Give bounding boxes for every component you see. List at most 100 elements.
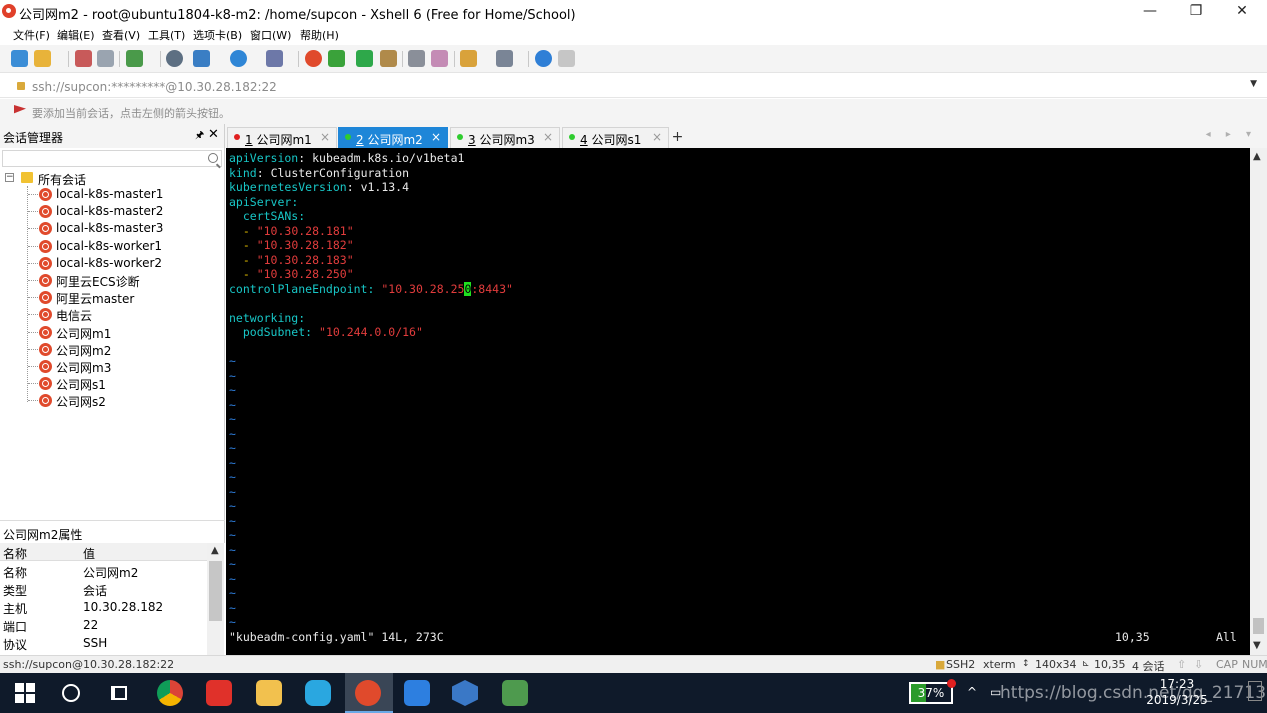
compose-icon[interactable] xyxy=(460,50,477,67)
terminal-line: - "10.30.28.183" xyxy=(229,253,354,267)
terminal-scrollbar[interactable]: ▲ ▼ xyxy=(1250,148,1267,655)
chevron-down-icon[interactable]: ▼ xyxy=(1250,79,1257,89)
session-icon xyxy=(39,308,52,322)
scrollbar-thumb[interactable] xyxy=(209,561,222,621)
terminal-screen[interactable]: apiVersion: kubeadm.k8s.io/v1beta1 kind:… xyxy=(226,148,1250,655)
properties-scrollbar[interactable]: ▲ xyxy=(207,543,224,655)
find-icon[interactable] xyxy=(166,50,183,67)
tab-label: 公司网m2 xyxy=(367,133,423,147)
collapse-icon[interactable]: − xyxy=(5,173,14,182)
table-row: 类型 会话 xyxy=(0,580,207,598)
chat-icon[interactable] xyxy=(558,50,575,67)
table-row: 名称 公司网m2 xyxy=(0,562,207,580)
keyboard-icon[interactable] xyxy=(408,50,425,67)
status-size: 140x34 xyxy=(1035,658,1077,671)
chevron-up-icon[interactable]: ▲ xyxy=(211,545,219,556)
notepad-icon[interactable] xyxy=(502,680,528,706)
lock-icon[interactable] xyxy=(380,50,397,67)
app-icon[interactable] xyxy=(206,680,232,706)
search-icon[interactable] xyxy=(208,153,218,163)
tab-session-2[interactable]: 2 公司网m2 × xyxy=(338,127,448,148)
tree-line xyxy=(28,314,38,316)
tab-session-3[interactable]: 3 公司网m3 × xyxy=(450,127,560,148)
session-manager-panel: − 所有会话 local-k8s-master1 local-k8s-master… xyxy=(0,148,225,655)
tab-close-icon[interactable]: × xyxy=(431,130,441,144)
script-icon[interactable] xyxy=(431,50,448,67)
browser-icon[interactable] xyxy=(305,680,331,706)
menu-help[interactable]: 帮助(H) xyxy=(300,27,339,43)
menu-file[interactable]: 文件(F) xyxy=(13,27,50,43)
notification-icon[interactable] xyxy=(1248,681,1262,701)
session-search-input[interactable] xyxy=(2,150,222,167)
menu-tabs[interactable]: 选项卡(B) xyxy=(193,27,242,43)
fullscreen-icon[interactable] xyxy=(356,50,373,67)
wps-icon[interactable] xyxy=(404,680,430,706)
tray-expand-icon[interactable]: ^ xyxy=(967,685,977,699)
minimize-button[interactable]: — xyxy=(1127,0,1173,23)
maximize-button[interactable]: ❐ xyxy=(1173,0,1219,23)
layout-icon[interactable] xyxy=(193,50,210,67)
menu-view[interactable]: 查看(V) xyxy=(102,27,140,43)
xshell-window: 公司网m2 - root@ubuntu1804-k8-m2: /home/sup… xyxy=(0,0,1267,713)
properties-header: 公司网m2属性 xyxy=(0,520,225,542)
tree-line xyxy=(28,211,38,213)
transfer-icon[interactable] xyxy=(126,50,143,67)
globe-icon[interactable] xyxy=(230,50,247,67)
file-explorer-icon[interactable] xyxy=(256,680,282,706)
tab-session-4[interactable]: 4 公司网s1 × xyxy=(562,127,669,148)
chevron-down-icon[interactable]: ▼ xyxy=(1253,640,1261,651)
session-icon xyxy=(39,377,52,391)
taskbar-clock[interactable]: 17:23 2019/3/25 xyxy=(1144,676,1210,708)
add-tab-button[interactable]: + xyxy=(670,128,685,147)
menu-window[interactable]: 窗口(W) xyxy=(250,27,291,43)
disconnect-icon[interactable] xyxy=(97,50,114,67)
menu-edit[interactable]: 编辑(E) xyxy=(57,27,95,43)
session-icon xyxy=(39,222,52,236)
address-bar[interactable]: ssh://supcon:*********@10.30.28.182:22 ▼ xyxy=(0,74,1267,98)
session-label: 电信云 xyxy=(56,309,93,324)
connect-icon[interactable] xyxy=(75,50,92,67)
tab-close-icon[interactable]: × xyxy=(320,130,330,144)
menu-tools[interactable]: 工具(T) xyxy=(148,27,185,43)
close-icon[interactable]: ✕ xyxy=(208,127,219,142)
xftp-icon[interactable] xyxy=(328,50,345,67)
start-windows-icon[interactable] xyxy=(15,683,35,703)
new-session-icon[interactable] xyxy=(11,50,28,67)
chrome-icon[interactable] xyxy=(157,680,183,706)
close-button[interactable]: ✕ xyxy=(1219,0,1265,23)
battery-indicator[interactable]: 37% xyxy=(909,679,956,704)
status-terminal-type: xterm xyxy=(983,658,1016,671)
open-folder-icon[interactable] xyxy=(34,50,51,67)
help-icon[interactable] xyxy=(535,50,552,67)
xshell-icon[interactable] xyxy=(355,680,381,706)
session-label: local-k8s-master1 xyxy=(56,187,164,201)
vim-tilde-line: ~ xyxy=(229,528,236,542)
session-label: 公司网m2 xyxy=(56,343,112,358)
cortana-search-icon[interactable] xyxy=(62,684,80,702)
session-icon xyxy=(39,325,52,339)
tab-nav-arrows[interactable]: ◂ ▸ ▾ xyxy=(1206,129,1257,140)
vim-tilde-line: ~ xyxy=(229,426,236,441)
terminal-line: apiServer: xyxy=(229,195,299,209)
arrow-down-icon[interactable]: ⇩ xyxy=(1194,658,1203,671)
vim-tilde-line: ~ xyxy=(229,354,236,368)
tab-close-icon[interactable]: × xyxy=(652,130,662,144)
address-input[interactable]: ssh://supcon:*********@10.30.28.182:22 xyxy=(32,80,277,94)
bookmark-arrow-icon[interactable] xyxy=(14,105,26,114)
chevron-up-icon[interactable]: ▲ xyxy=(1253,151,1261,162)
window-layout-icon[interactable] xyxy=(496,50,513,67)
scrollbar-thumb[interactable] xyxy=(1253,618,1264,634)
arrow-up-icon[interactable]: ⇧ xyxy=(1177,658,1186,671)
font-icon[interactable] xyxy=(266,50,283,67)
window-title: 公司网m2 - root@ubuntu1804-k8-m2: /home/sup… xyxy=(19,8,576,23)
properties-header-row: 名称 值 xyxy=(0,543,207,561)
xshell-icon[interactable] xyxy=(305,50,322,67)
toolbar-separator xyxy=(402,51,403,67)
task-view-icon[interactable] xyxy=(111,686,127,700)
tab-label: 公司网m1 xyxy=(256,133,312,147)
tab-session-1[interactable]: 1 公司网m1 × xyxy=(227,127,337,148)
pin-icon[interactable]: 🖈 xyxy=(195,128,204,145)
virtualbox-icon[interactable] xyxy=(452,680,478,706)
tab-close-icon[interactable]: × xyxy=(543,130,553,144)
properties-title: 公司网m2属性 xyxy=(3,528,83,542)
